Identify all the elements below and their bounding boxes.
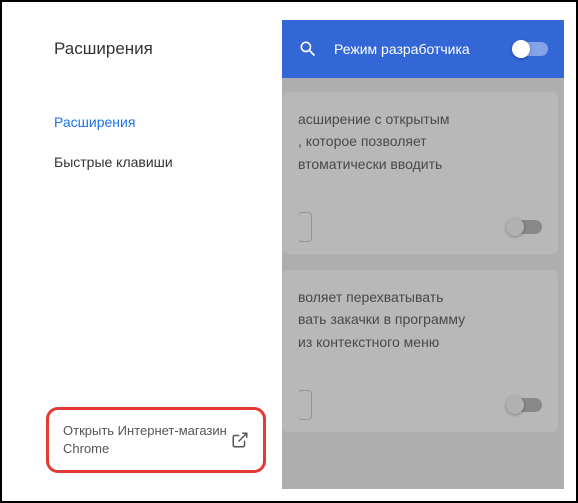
chrome-store-label: Открыть Интернет-магазин Chrome (63, 422, 231, 458)
sidebar: Расширения Быстрые клавиши Открыть Интер… (30, 78, 282, 489)
header-toolbar: Режим разработчика (282, 20, 564, 78)
open-chrome-store-button[interactable]: Открыть Интернет-магазин Chrome (46, 407, 266, 473)
page-title: Расширения (30, 20, 282, 78)
search-icon[interactable] (298, 39, 318, 59)
app-header: Расширения Режим разработчика (30, 20, 564, 78)
external-link-icon (231, 431, 249, 449)
sidebar-item-shortcuts[interactable]: Быстрые клавиши (30, 142, 282, 182)
overlay-dim (282, 78, 564, 489)
dev-mode-toggle[interactable] (514, 42, 548, 56)
dev-mode-label: Режим разработчика (334, 41, 498, 57)
sidebar-item-extensions[interactable]: Расширения (30, 102, 282, 142)
content-area: асширение с открытым , которое позволяет… (282, 78, 564, 489)
